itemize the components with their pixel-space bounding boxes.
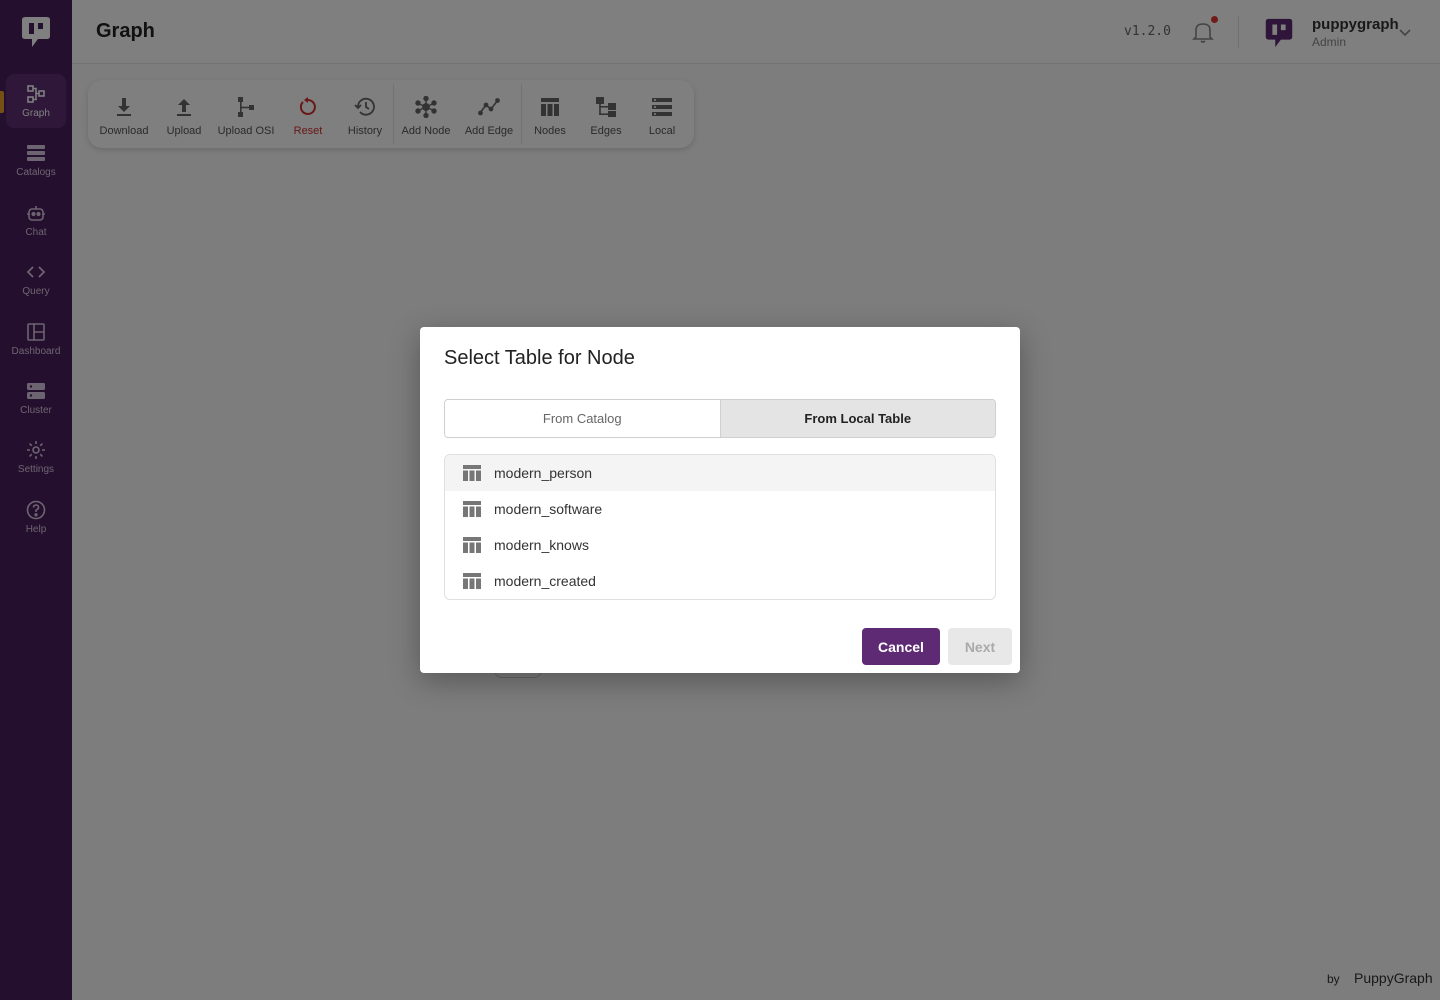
list-item[interactable]: modern_person	[445, 455, 995, 491]
table-list: modern_person modern_software modern_kno…	[444, 454, 996, 600]
table-name: modern_software	[494, 501, 603, 517]
table-icon	[463, 465, 481, 481]
select-table-dialog: Select Table for Node From Catalog From …	[420, 327, 1020, 673]
next-button[interactable]: Next	[948, 628, 1012, 665]
tab-from-catalog[interactable]: From Catalog	[445, 400, 720, 437]
source-tabs: From Catalog From Local Table	[444, 399, 996, 438]
cancel-button[interactable]: Cancel	[862, 628, 940, 665]
table-name: modern_knows	[494, 537, 589, 553]
table-icon	[463, 501, 481, 517]
list-item[interactable]: modern_knows	[445, 527, 995, 563]
list-item[interactable]: modern_created	[445, 563, 995, 599]
list-item[interactable]: modern_software	[445, 491, 995, 527]
dialog-title: Select Table for Node	[444, 347, 635, 369]
table-icon	[463, 537, 481, 553]
table-icon	[463, 573, 481, 589]
table-name: modern_created	[494, 573, 596, 589]
table-name: modern_person	[494, 465, 593, 481]
tab-from-local-table[interactable]: From Local Table	[719, 400, 995, 437]
